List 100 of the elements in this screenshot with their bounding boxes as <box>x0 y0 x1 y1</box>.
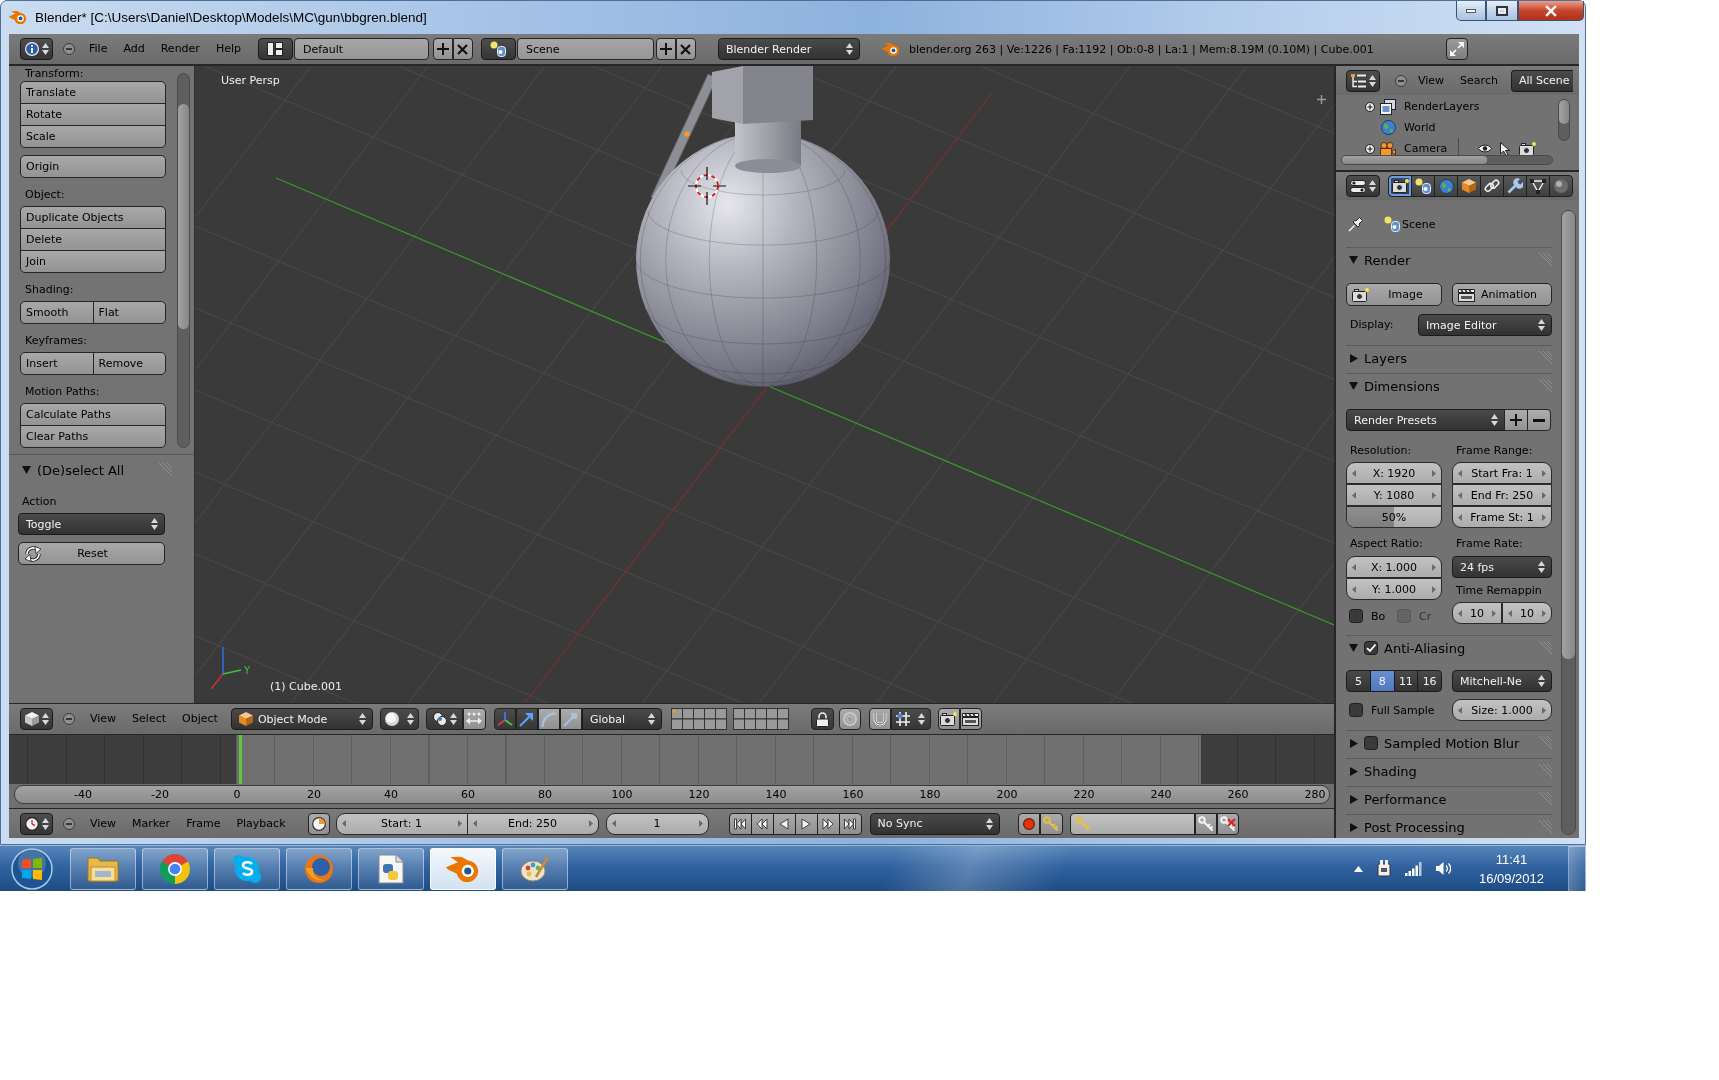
manipulator-button[interactable] <box>493 708 516 730</box>
editor-type-button[interactable] <box>20 38 53 60</box>
number-field[interactable]: X: 1920 <box>1346 462 1442 484</box>
checkbox[interactable] <box>1349 703 1363 717</box>
decrement-arrow-icon[interactable] <box>1458 491 1462 499</box>
menu-item[interactable]: View <box>82 812 125 835</box>
up-triangle-icon[interactable] <box>1353 865 1363 872</box>
properties-tab[interactable] <box>1526 175 1550 197</box>
menu-item[interactable]: Playback <box>228 812 294 835</box>
clock-date[interactable]: 16/09/2012 <box>1478 868 1544 888</box>
manipulator-button[interactable] <box>515 708 538 730</box>
decrement-arrow-icon[interactable] <box>1458 513 1462 521</box>
render-animation-button[interactable]: Animation <box>1452 283 1552 306</box>
properties-tab[interactable] <box>1457 175 1481 197</box>
shading-dropdown[interactable] <box>379 708 419 730</box>
panel-title[interactable]: Anti-Aliasing <box>1384 640 1532 656</box>
taskbar-button[interactable] <box>430 847 496 890</box>
disclosure-triangle-icon[interactable] <box>1349 256 1358 264</box>
panel-title[interactable]: Post Processing <box>1364 819 1532 835</box>
increment-arrow-icon[interactable] <box>588 820 593 827</box>
tool-button[interactable]: Rotate <box>20 103 166 126</box>
number-field[interactable]: End Fr: 250 <box>1452 484 1552 506</box>
tree-item-label[interactable]: RenderLayers <box>1404 100 1480 113</box>
scrollbar-thumb[interactable] <box>1562 211 1575 659</box>
scrollbar-thumb[interactable] <box>178 104 189 329</box>
tool-button[interactable]: Flat <box>92 301 166 324</box>
frame-rate-dropdown[interactable]: 24 fps <box>1452 556 1552 578</box>
end-frame-field[interactable]: End: 250 <box>466 812 599 835</box>
scrollbar[interactable] <box>177 73 190 448</box>
pivot-dropdown[interactable] <box>425 708 463 730</box>
menu-item[interactable]: View <box>82 708 125 730</box>
snap-button[interactable] <box>868 708 891 730</box>
number-field[interactable]: Size: 1.000 <box>1452 699 1552 721</box>
add-button[interactable] <box>432 38 453 60</box>
delete-keyframe-button[interactable] <box>1216 812 1239 835</box>
manipulator-button[interactable] <box>537 708 560 730</box>
menu-item[interactable]: File <box>81 38 116 60</box>
checkbox[interactable] <box>1364 641 1378 655</box>
collapse-icon[interactable] <box>63 713 75 725</box>
display-dropdown[interactable]: Image Editor <box>1418 314 1552 336</box>
scrollbar[interactable] <box>1561 210 1576 835</box>
menu-item[interactable]: Frame <box>178 812 229 835</box>
number-field[interactable]: Frame St: 1 <box>1452 506 1552 528</box>
insert-keyframe-button[interactable] <box>1194 812 1217 835</box>
fullscreen-button[interactable] <box>1446 38 1468 60</box>
preview-range-button[interactable] <box>307 812 330 835</box>
checkbox[interactable] <box>1364 736 1378 750</box>
panel-title[interactable]: Sampled Motion Blur <box>1384 735 1532 751</box>
tool-button[interactable]: Insert <box>20 352 94 375</box>
scrollbar[interactable] <box>1558 99 1570 141</box>
increment-arrow-icon[interactable] <box>698 820 703 827</box>
increment-arrow-icon[interactable] <box>457 820 462 827</box>
number-field[interactable]: X: 1.000 <box>1346 556 1442 578</box>
reset-button[interactable]: Reset <box>18 542 165 565</box>
start-frame-field[interactable]: Start: 1 <box>335 812 468 835</box>
decrement-arrow-icon[interactable] <box>1508 609 1512 617</box>
tree-item-label[interactable]: Camera <box>1404 142 1448 155</box>
panel-title[interactable]: Render <box>1364 252 1532 268</box>
manipulator-button[interactable] <box>559 708 582 730</box>
taskbar-button[interactable] <box>358 847 424 890</box>
collapse-icon[interactable] <box>63 43 75 55</box>
layout-name-field[interactable]: Default <box>293 38 429 60</box>
tool-button[interactable]: Remove <box>92 352 166 375</box>
sample-count-button[interactable]: 16 <box>1417 670 1442 692</box>
number-field[interactable]: Start Fra: 1 <box>1452 462 1552 484</box>
playback-button[interactable] <box>816 812 840 835</box>
keying-button[interactable] <box>1039 812 1063 835</box>
disclosure-triangle-icon[interactable] <box>22 466 31 474</box>
taskbar-button[interactable] <box>142 847 208 890</box>
remove-button[interactable] <box>452 38 473 60</box>
action-dropdown[interactable]: Toggle <box>18 513 165 535</box>
playback-button[interactable] <box>728 812 752 835</box>
menu-item[interactable]: Render <box>152 38 208 60</box>
disclosure-triangle-icon[interactable] <box>1349 353 1358 363</box>
increment-arrow-icon[interactable] <box>1432 563 1436 571</box>
number-field[interactable]: 10 <box>1452 602 1502 624</box>
playback-button[interactable] <box>838 812 862 835</box>
tool-button[interactable]: Smooth <box>20 301 94 324</box>
maximize-button[interactable] <box>1486 1 1518 21</box>
render-engine-dropdown[interactable]: Blender Render <box>717 38 860 60</box>
menu-item[interactable]: Select <box>124 708 175 730</box>
render-image-button[interactable] <box>937 708 960 730</box>
scene-button[interactable] <box>480 38 516 60</box>
tool-button[interactable]: Duplicate Objects <box>20 206 166 229</box>
editor-type-button[interactable] <box>20 812 53 835</box>
tool-button[interactable]: Origin <box>20 155 166 178</box>
panel-title[interactable]: Performance <box>1364 791 1532 807</box>
tool-button[interactable]: Scale <box>20 125 166 148</box>
editor-type-button[interactable] <box>1346 69 1380 92</box>
tool-button[interactable]: Delete <box>20 228 166 251</box>
expand-plus-icon[interactable] <box>1365 101 1375 112</box>
properties-tab[interactable] <box>1503 175 1527 197</box>
playback-button[interactable] <box>772 812 796 835</box>
remove-preset-button[interactable] <box>1527 409 1551 431</box>
editor-type-button[interactable] <box>1346 175 1380 197</box>
frame-ruler[interactable]: -40 -20 0 20 40 60 80 100 120 140 160 180 200 220 240 260 280 <box>14 785 1330 804</box>
decrement-arrow-icon[interactable] <box>1352 563 1356 571</box>
taskbar-button[interactable] <box>502 847 568 890</box>
tool-button[interactable]: Join <box>20 250 166 273</box>
increment-arrow-icon[interactable] <box>1432 469 1436 477</box>
